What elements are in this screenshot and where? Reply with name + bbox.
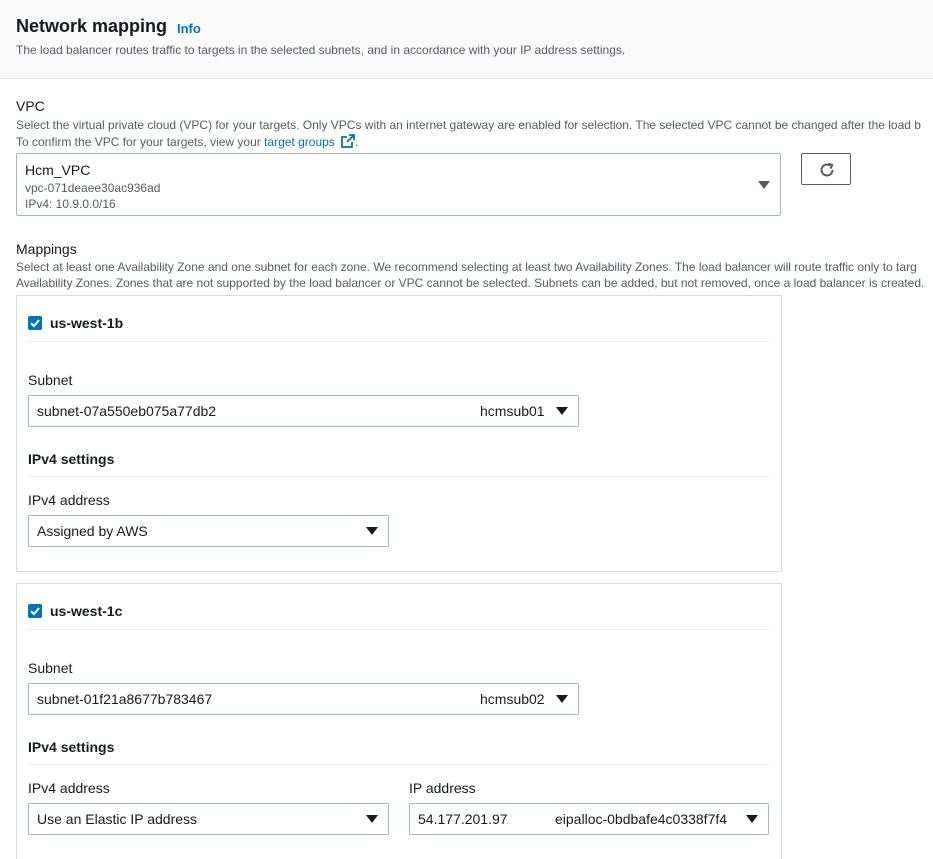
subnet-select[interactable]: subnet-07a550eb075a77db2 hcmsub01 [28, 395, 579, 427]
zone-checkbox-us-west-1b[interactable] [28, 316, 42, 330]
section-description: The load balancer routes traffic to targ… [16, 43, 626, 57]
vpc-name: Hcm_VPC [25, 162, 91, 178]
vpc-label: VPC [16, 98, 45, 114]
ipv4-address-select[interactable]: Assigned by AWS [28, 515, 389, 547]
zone-checkbox-us-west-1c[interactable] [28, 604, 42, 618]
target-groups-link[interactable]: target groups [264, 135, 335, 149]
eip-allocation-id: eipalloc-0bdbafe4c0338f7f4 [555, 811, 728, 827]
ipv4-address-label: IPv4 address [28, 492, 110, 508]
ipv4-settings-label: IPv4 settings [28, 739, 115, 755]
caret-down-icon [366, 527, 378, 535]
vpc-id: vpc-071deaee30ac936ad [25, 181, 161, 195]
caret-down-icon [746, 815, 758, 823]
vpc-cidr: IPv4: 10.9.0.0/16 [25, 197, 116, 211]
ip-address-label: IP address [409, 780, 476, 796]
ipv4-address-value: Use an Elastic IP address [37, 811, 198, 827]
ipv4-settings-label: IPv4 settings [28, 451, 115, 467]
elastic-ip-select[interactable]: 54.177.201.97 eipalloc-0bdbafe4c0338f7f4 [409, 803, 769, 835]
divider [28, 476, 769, 477]
zone-name: us-west-1b [50, 315, 124, 331]
ipv4-address-select[interactable]: Use an Elastic IP address [28, 803, 389, 835]
checkmark-icon [30, 607, 40, 616]
ipv4-address-label: IPv4 address [28, 780, 110, 796]
section-header: Network mapping Info The load balancer r… [0, 0, 933, 79]
subnet-label: Subnet [28, 372, 73, 388]
page-title: Network mapping [16, 16, 168, 36]
subnet-name: hcmsub01 [480, 403, 545, 419]
divider [28, 629, 769, 630]
ip-address-value: 54.177.201.97 [418, 811, 508, 827]
mappings-description-line2: Availability Zones. Zones that are not s… [16, 276, 925, 290]
subnet-label: Subnet [28, 660, 73, 676]
caret-down-icon [758, 181, 770, 189]
caret-down-icon [556, 407, 568, 415]
zone-name: us-west-1c [50, 603, 123, 619]
subnet-select[interactable]: subnet-01f21a8677b783467 hcmsub02 [28, 683, 579, 715]
mappings-label: Mappings [16, 241, 77, 257]
refresh-button[interactable] [801, 153, 851, 185]
external-link-icon[interactable] [341, 134, 356, 148]
info-link[interactable]: Info [177, 21, 201, 36]
caret-down-icon [366, 815, 378, 823]
divider [28, 341, 769, 342]
subnet-name: hcmsub02 [480, 691, 545, 707]
caret-down-icon [556, 695, 568, 703]
divider [28, 764, 769, 765]
ipv4-address-value: Assigned by AWS [37, 523, 148, 539]
vpc-select[interactable]: Hcm_VPC vpc-071deaee30ac936ad IPv4: 10.9… [16, 153, 781, 216]
mappings-description: Select at least one Availability Zone an… [16, 260, 917, 274]
subnet-id: subnet-01f21a8677b783467 [37, 691, 213, 707]
vpc-description-line2: To confirm the VPC for your targets, vie… [16, 134, 359, 149]
refresh-icon [820, 162, 834, 177]
checkmark-icon [30, 319, 40, 328]
vpc-description: Select the virtual private cloud (VPC) f… [16, 118, 921, 132]
subnet-id: subnet-07a550eb075a77db2 [37, 403, 217, 419]
